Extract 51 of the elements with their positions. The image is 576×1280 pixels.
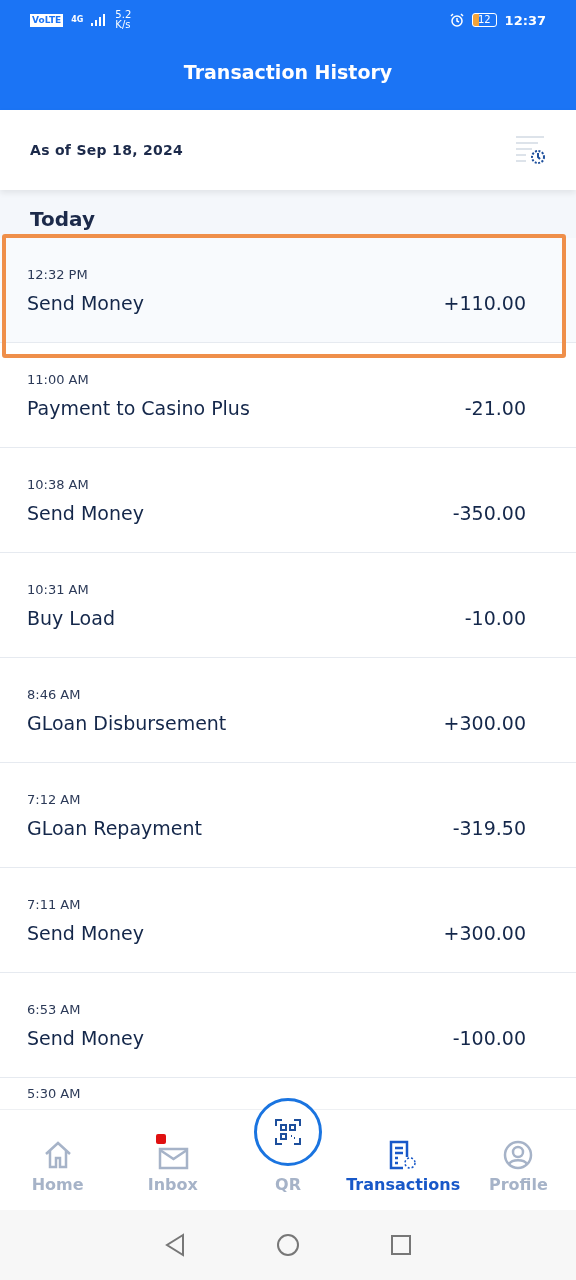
transaction-name: Send Money: [27, 291, 144, 314]
transaction-amount: +300.00: [443, 921, 526, 944]
transaction-time: 5:30 AM: [27, 1086, 82, 1101]
network-speed: 5.2 K/s: [115, 10, 133, 30]
transaction-time: 10:38 AM: [27, 476, 90, 492]
transaction-row[interactable]: 8:46 AM GLoan Disbursement +300.00: [0, 658, 576, 763]
section-heading: Today: [29, 206, 96, 233]
transaction-row[interactable]: 7:12 AM GLoan Repayment -319.50: [0, 763, 576, 868]
transaction-row[interactable]: 10:38 AM Send Money -350.00: [0, 448, 576, 553]
transaction-row[interactable]: 7:11 AM Send Money +300.00: [0, 868, 576, 973]
transaction-amount: -350.00: [452, 501, 526, 524]
transaction-time: 8:46 AM: [27, 686, 82, 702]
signal-icon: [91, 14, 108, 26]
transaction-name: Payment to Casino Plus: [27, 396, 250, 419]
transaction-time: 7:12 AM: [27, 791, 82, 807]
qr-code-icon: [275, 1119, 301, 1145]
status-time: 12:37: [504, 13, 546, 27]
transaction-name: GLoan Repayment: [27, 816, 202, 839]
battery-level: 12: [471, 13, 497, 27]
transaction-name: Send Money: [27, 921, 144, 944]
transaction-name: Buy Load: [27, 606, 115, 629]
history-filter-icon[interactable]: [514, 134, 546, 166]
transaction-amount: -10.00: [464, 606, 526, 629]
transaction-row[interactable]: 11:00 AM Payment to Casino Plus -21.00: [0, 343, 576, 448]
alarm-icon: [449, 13, 464, 27]
transaction-row[interactable]: 12:32 PM Send Money +110.00: [0, 238, 576, 343]
transaction-time: 12:32 PM: [27, 266, 89, 282]
transaction-name: GLoan Disbursement: [27, 711, 227, 734]
recents-icon[interactable]: [390, 1234, 412, 1256]
back-icon[interactable]: [164, 1233, 186, 1257]
transaction-amount: +300.00: [443, 711, 526, 734]
transaction-name: Send Money: [27, 1026, 144, 1049]
transaction-name: Send Money: [27, 501, 144, 524]
transaction-time: 6:53 AM: [27, 1001, 82, 1017]
transaction-row[interactable]: 5:30 AM: [0, 1078, 576, 1109]
transaction-amount: -319.50: [452, 816, 526, 839]
date-label: As of Sep 18, 2024: [30, 142, 184, 158]
transaction-row[interactable]: 6:53 AM Send Money -100.00: [0, 973, 576, 1078]
transaction-amount: -21.00: [464, 396, 526, 419]
network-type: 4G: [71, 16, 84, 24]
home-button-icon[interactable]: [276, 1233, 300, 1257]
profile-icon: [502, 1139, 535, 1171]
screen-title: Transaction History: [182, 60, 394, 85]
transaction-amount: -100.00: [452, 1026, 526, 1049]
transaction-amount: +110.00: [443, 291, 526, 314]
transaction-time: 11:00 AM: [27, 371, 90, 387]
volte-indicator: VoLTE: [30, 13, 64, 27]
transaction-time: 7:11 AM: [27, 896, 82, 912]
transaction-time: 10:31 AM: [27, 581, 90, 597]
nav-tab[interactable]: Transactions: [345, 1110, 461, 1210]
transaction-row[interactable]: 10:31 AM Buy Load -10.00: [0, 553, 576, 658]
